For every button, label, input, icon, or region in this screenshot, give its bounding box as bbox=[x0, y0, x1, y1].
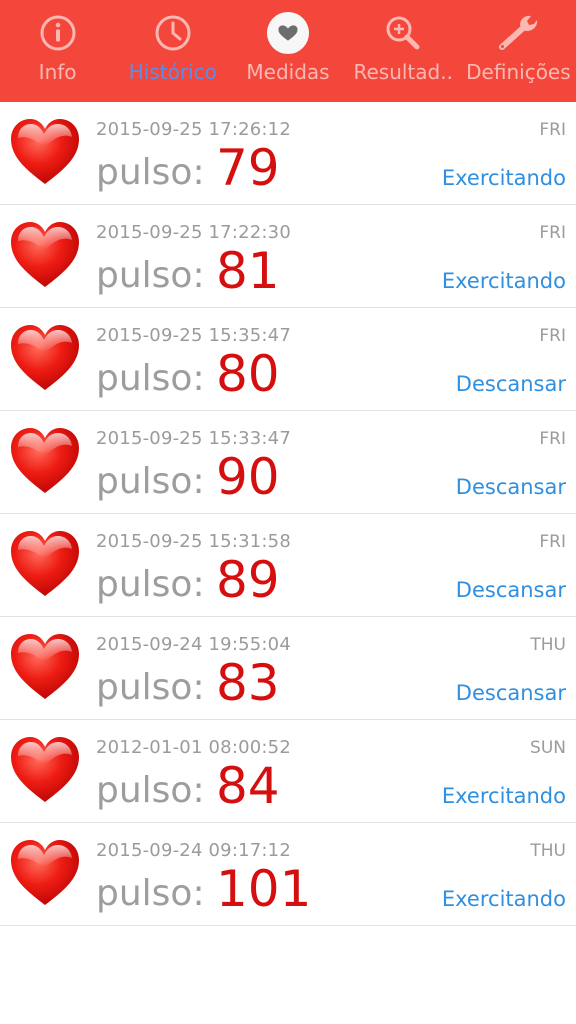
heart-badge-icon bbox=[266, 11, 310, 55]
tab-historico[interactable]: Histórico bbox=[115, 0, 230, 102]
activity-state: Descansar bbox=[455, 681, 566, 705]
weekday: FRI bbox=[539, 532, 566, 552]
pulse-label: pulso: bbox=[96, 770, 205, 811]
weekday: FRI bbox=[539, 223, 566, 243]
pulse-label: pulso: bbox=[96, 255, 205, 296]
weekday: THU bbox=[530, 841, 566, 861]
pulse-label: pulso: bbox=[96, 564, 205, 605]
timestamp: 2015-09-24 09:17:12 bbox=[96, 840, 291, 861]
history-row[interactable]: 2015-09-24 09:17:12 THU pulso: 101 Exerc… bbox=[0, 823, 576, 926]
weekday: SUN bbox=[530, 738, 566, 758]
activity-state: Exercitando bbox=[441, 269, 566, 293]
weekday: FRI bbox=[539, 326, 566, 346]
history-row[interactable]: 2015-09-25 15:31:58 FRI pulso: 89 Descan… bbox=[0, 514, 576, 617]
activity-state: Exercitando bbox=[441, 784, 566, 808]
history-row[interactable]: 2015-09-24 19:55:04 THU pulso: 83 Descan… bbox=[0, 617, 576, 720]
weekday: THU bbox=[530, 635, 566, 655]
pulse-value: 101 bbox=[216, 860, 312, 918]
timestamp: 2015-09-25 17:26:12 bbox=[96, 119, 291, 140]
heart-icon bbox=[11, 325, 79, 390]
tab-historico-label: Histórico bbox=[128, 60, 217, 84]
pulse-value: 90 bbox=[216, 448, 280, 506]
activity-state: Exercitando bbox=[441, 166, 566, 190]
heart-icon bbox=[11, 428, 79, 493]
heart-icon bbox=[11, 119, 79, 184]
wrench-icon bbox=[496, 11, 540, 55]
tab-resultados[interactable]: Resultad.. bbox=[346, 0, 461, 102]
timestamp: 2015-09-25 15:33:47 bbox=[96, 428, 291, 449]
pulse-value: 81 bbox=[216, 242, 280, 300]
activity-state: Descansar bbox=[455, 578, 566, 602]
pulse-value: 89 bbox=[216, 551, 280, 609]
history-row[interactable]: 2012-01-01 08:00:52 SUN pulso: 84 Exerci… bbox=[0, 720, 576, 823]
history-row[interactable]: 2015-09-25 17:26:12 FRI pulso: 79 Exerci… bbox=[0, 102, 576, 205]
tab-definicoes[interactable]: Definições bbox=[461, 0, 576, 102]
timestamp: 2015-09-25 15:31:58 bbox=[96, 531, 291, 552]
activity-state: Descansar bbox=[455, 475, 566, 499]
search-icon bbox=[381, 11, 425, 55]
heart-icon bbox=[11, 737, 79, 802]
activity-state: Exercitando bbox=[441, 887, 566, 911]
tab-definicoes-label: Definições bbox=[466, 60, 571, 84]
tab-medidas[interactable]: Medidas bbox=[230, 0, 345, 102]
history-row[interactable]: 2015-09-25 15:33:47 FRI pulso: 90 Descan… bbox=[0, 411, 576, 514]
timestamp: 2015-09-24 19:55:04 bbox=[96, 634, 291, 655]
pulse-value: 79 bbox=[216, 139, 280, 197]
timestamp: 2012-01-01 08:00:52 bbox=[96, 737, 291, 758]
heart-icon bbox=[11, 222, 79, 287]
pulse-label: pulso: bbox=[96, 461, 205, 502]
pulse-value: 83 bbox=[216, 654, 280, 712]
weekday: FRI bbox=[539, 120, 566, 140]
tab-info[interactable]: Info bbox=[0, 0, 115, 102]
tab-bar: Info Histórico Medidas Resultad.. Defini… bbox=[0, 0, 576, 102]
pulse-label: pulso: bbox=[96, 152, 205, 193]
info-icon bbox=[36, 11, 80, 55]
tab-resultados-label: Resultad.. bbox=[353, 60, 453, 84]
pulse-value: 80 bbox=[216, 345, 280, 403]
history-list: 2015-09-25 17:26:12 FRI pulso: 79 Exerci… bbox=[0, 102, 576, 926]
heart-icon bbox=[11, 531, 79, 596]
timestamp: 2015-09-25 17:22:30 bbox=[96, 222, 291, 243]
clock-icon bbox=[151, 11, 195, 55]
pulse-label: pulso: bbox=[96, 667, 205, 708]
activity-state: Descansar bbox=[455, 372, 566, 396]
history-row[interactable]: 2015-09-25 15:35:47 FRI pulso: 80 Descan… bbox=[0, 308, 576, 411]
history-row[interactable]: 2015-09-25 17:22:30 FRI pulso: 81 Exerci… bbox=[0, 205, 576, 308]
timestamp: 2015-09-25 15:35:47 bbox=[96, 325, 291, 346]
tab-medidas-label: Medidas bbox=[246, 60, 330, 84]
pulse-label: pulso: bbox=[96, 358, 205, 399]
pulse-label: pulso: bbox=[96, 873, 205, 914]
tab-info-label: Info bbox=[38, 60, 77, 84]
weekday: FRI bbox=[539, 429, 566, 449]
heart-icon bbox=[11, 634, 79, 699]
pulse-value: 84 bbox=[216, 757, 280, 815]
heart-icon bbox=[11, 840, 79, 905]
